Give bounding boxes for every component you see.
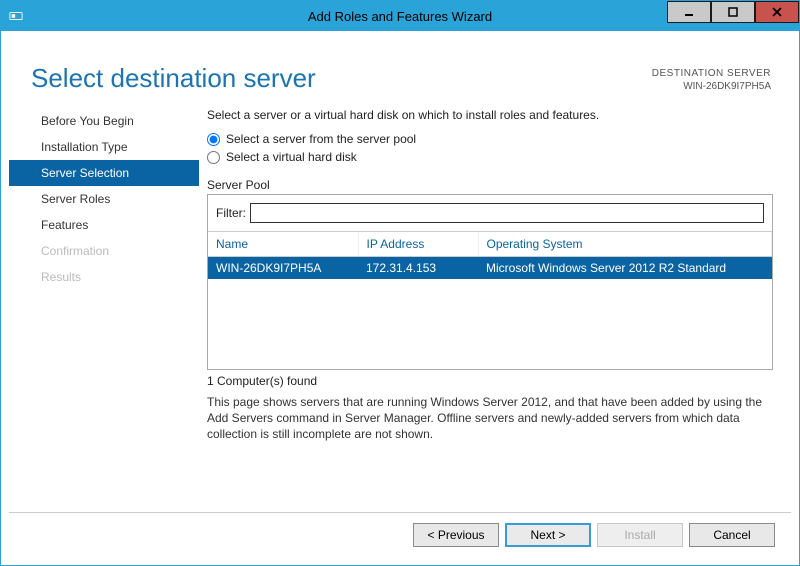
radio-server-pool[interactable]: Select a server from the server pool xyxy=(207,132,773,146)
server-pool-title: Server Pool xyxy=(207,178,773,192)
header-row: Select destination server DESTINATION SE… xyxy=(9,39,791,104)
page-title: Select destination server xyxy=(31,63,316,94)
filter-input[interactable] xyxy=(250,203,764,223)
title-bar: Add Roles and Features Wizard xyxy=(1,1,799,31)
col-name[interactable]: Name xyxy=(208,232,358,257)
content-area: Select destination server DESTINATION SE… xyxy=(1,31,799,565)
radio-vhd-input[interactable] xyxy=(207,151,220,164)
radio-vhd-label: Select a virtual hard disk xyxy=(226,150,357,164)
server-pool-table: Name IP Address Operating System WIN-26D… xyxy=(208,232,772,369)
maximize-button[interactable] xyxy=(711,1,755,23)
filter-row: Filter: xyxy=(208,195,772,232)
steps-nav: Before You Begin Installation Type Serve… xyxy=(9,104,199,512)
col-os[interactable]: Operating System xyxy=(478,232,772,257)
step-server-selection[interactable]: Server Selection xyxy=(9,160,199,186)
server-pool-box: Filter: Name IP Address Operating System xyxy=(207,194,773,370)
main-panel: Select a server or a virtual hard disk o… xyxy=(199,104,791,512)
destination-value: WIN-26DK9I7PH5A xyxy=(652,80,771,93)
table-empty-space xyxy=(208,279,772,369)
cell-ip: 172.31.4.153 xyxy=(358,257,478,280)
minimize-button[interactable] xyxy=(667,1,711,23)
previous-button[interactable]: < Previous xyxy=(413,523,499,547)
step-confirmation: Confirmation xyxy=(9,238,199,264)
step-server-roles[interactable]: Server Roles xyxy=(9,186,199,212)
cancel-button[interactable]: Cancel xyxy=(689,523,775,547)
table-row[interactable]: WIN-26DK9I7PH5A 172.31.4.153 Microsoft W… xyxy=(208,257,772,280)
step-results: Results xyxy=(9,264,199,290)
destination-block: DESTINATION SERVER WIN-26DK9I7PH5A xyxy=(652,67,771,94)
cell-os: Microsoft Windows Server 2012 R2 Standar… xyxy=(478,257,772,280)
step-installation-type[interactable]: Installation Type xyxy=(9,134,199,160)
step-before-you-begin[interactable]: Before You Begin xyxy=(9,108,199,134)
instruction-text: Select a server or a virtual hard disk o… xyxy=(207,108,773,122)
destination-label: DESTINATION SERVER xyxy=(652,67,771,80)
app-icon xyxy=(7,7,25,25)
step-features[interactable]: Features xyxy=(9,212,199,238)
cell-name: WIN-26DK9I7PH5A xyxy=(208,257,358,280)
next-button[interactable]: Next > xyxy=(505,523,591,547)
radio-server-pool-label: Select a server from the server pool xyxy=(226,132,416,146)
install-button: Install xyxy=(597,523,683,547)
col-ip[interactable]: IP Address xyxy=(358,232,478,257)
wizard-window: Add Roles and Features Wizard Select des… xyxy=(0,0,800,566)
filter-label: Filter: xyxy=(216,206,246,220)
computers-found-label: 1 Computer(s) found xyxy=(207,374,773,388)
radio-server-pool-input[interactable] xyxy=(207,133,220,146)
radio-vhd[interactable]: Select a virtual hard disk xyxy=(207,150,773,164)
window-controls xyxy=(667,1,799,31)
close-button[interactable] xyxy=(755,1,799,23)
hint-text: This page shows servers that are running… xyxy=(207,394,773,443)
body-row: Before You Begin Installation Type Serve… xyxy=(9,104,791,512)
footer-buttons: < Previous Next > Install Cancel xyxy=(9,512,791,557)
